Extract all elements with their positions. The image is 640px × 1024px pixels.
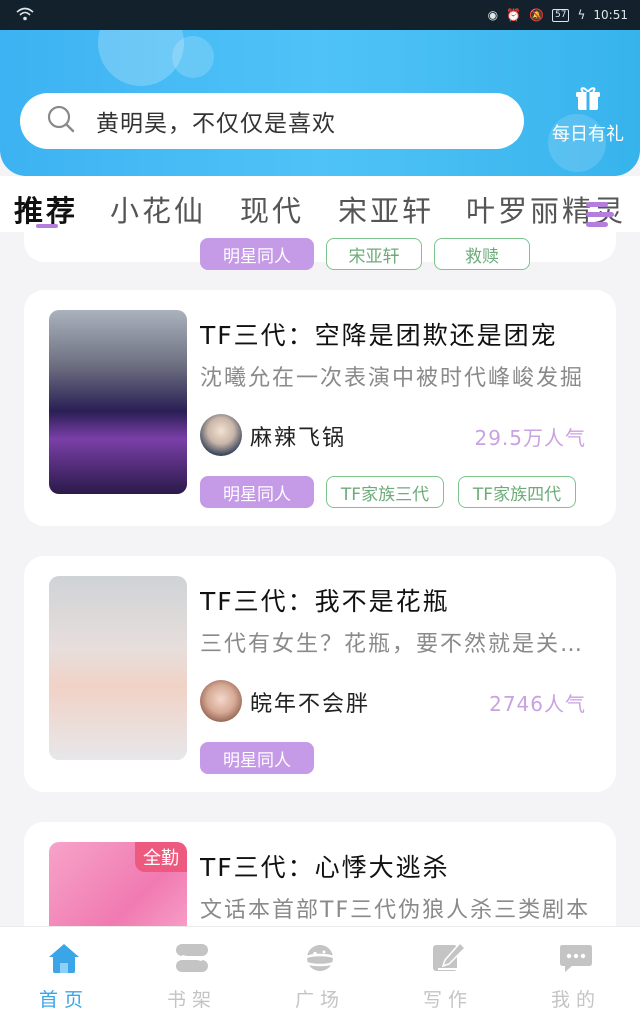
- eye-icon: ◉: [487, 8, 499, 22]
- story-card[interactable]: 明星同人 宋亚轩 救赎: [24, 232, 616, 270]
- author-name[interactable]: 皖年不会胖: [250, 686, 370, 718]
- pen-icon: [430, 941, 467, 979]
- clock-text: 10:51: [593, 8, 628, 22]
- story-card[interactable]: TF三代：我不是花瓶 三代有女生？花瓶，要不然就是关系户 皖年不会胖 2746人…: [24, 556, 616, 792]
- nav-label: 广场: [294, 989, 345, 1011]
- gift-icon: [575, 87, 601, 116]
- nav-profile[interactable]: 我的: [512, 927, 640, 1024]
- nav-label: 首页: [38, 989, 89, 1011]
- tag-chip[interactable]: 宋亚轩: [326, 238, 422, 270]
- search-bar[interactable]: 黄明昊，不仅仅是喜欢: [20, 93, 524, 149]
- cover-image[interactable]: [49, 310, 187, 494]
- nav-label: 我的: [550, 989, 601, 1011]
- nav-plaza[interactable]: 广场: [256, 927, 384, 1024]
- bottom-nav: 首页 书架 广场 写作 我的: [0, 926, 640, 1024]
- tag-chip[interactable]: 明星同人: [200, 476, 314, 508]
- battery-indicator: 57: [552, 8, 570, 22]
- search-icon: [46, 104, 76, 138]
- story-title[interactable]: TF三代：心悸大逃杀: [200, 848, 606, 884]
- popularity-count: 29.5万人气: [474, 426, 586, 450]
- nav-label: 书架: [166, 989, 217, 1011]
- story-title[interactable]: TF三代：空降是团欺还是团宠: [200, 316, 606, 352]
- full-attendance-badge: 全勤: [135, 842, 187, 872]
- mute-icon: 🔕: [529, 8, 545, 22]
- tag-chip[interactable]: 救赎: [434, 238, 530, 270]
- active-tab-indicator: [36, 224, 58, 228]
- author-avatar[interactable]: [200, 414, 242, 456]
- wifi-icon: [16, 7, 34, 24]
- story-description: 文话本首部TF三代伪狼人杀三类剧本: [200, 898, 591, 923]
- tag-chip[interactable]: 明星同人: [200, 742, 314, 774]
- status-bar: ◉ ⏰ 🔕 57 ϟ 10:51: [0, 0, 640, 30]
- nav-label: 写作: [422, 989, 473, 1011]
- story-description: 三代有女生？花瓶，要不然就是关系户: [200, 632, 604, 657]
- category-tabs: 推荐 小花仙 现代 宋亚轩 叶罗丽精灵: [0, 176, 640, 232]
- daily-gift-button[interactable]: 每日有礼: [540, 86, 636, 146]
- decorative-bubble: [172, 36, 214, 78]
- tab-modern[interactable]: 现代: [240, 188, 304, 230]
- story-title[interactable]: TF三代：我不是花瓶: [200, 582, 606, 618]
- story-description: 沈曦允在一次表演中被时代峰峻发掘: [200, 366, 585, 391]
- story-card[interactable]: TF三代：空降是团欺还是团宠 沈曦允在一次表演中被时代峰峻发掘 麻辣飞锅 29.…: [24, 290, 616, 526]
- search-placeholder: 黄明昊，不仅仅是喜欢: [96, 111, 336, 137]
- home-icon: [46, 944, 82, 979]
- nav-write[interactable]: 写作: [384, 927, 512, 1024]
- author-name[interactable]: 麻辣飞锅: [250, 420, 346, 452]
- planet-icon: [301, 945, 339, 979]
- tag-chip[interactable]: TF家族三代: [326, 476, 444, 508]
- bookshelf-icon: [174, 944, 210, 979]
- alarm-icon: ⏰: [506, 8, 522, 22]
- tag-chip[interactable]: TF家族四代: [458, 476, 576, 508]
- tab-xiaohuaxian[interactable]: 小花仙: [110, 188, 206, 230]
- cover-image[interactable]: 全勤: [49, 842, 187, 926]
- popularity-count: 2746人气: [489, 692, 586, 716]
- category-menu-icon[interactable]: [582, 198, 616, 230]
- header: 黄明昊，不仅仅是喜欢 每日有礼: [0, 30, 640, 176]
- chat-bubble-icon: [558, 945, 594, 979]
- charging-icon: ϟ: [577, 8, 586, 22]
- daily-gift-label: 每日有礼: [552, 124, 624, 145]
- author-avatar[interactable]: [200, 680, 242, 722]
- story-card[interactable]: 全勤 TF三代：心悸大逃杀 文话本首部TF三代伪狼人杀三类剧本: [24, 822, 616, 926]
- story-list[interactable]: 明星同人 宋亚轩 救赎 TF三代：空降是团欺还是团宠 沈曦允在一次表演中被时代峰…: [0, 232, 640, 926]
- tag-chip[interactable]: 明星同人: [200, 238, 314, 270]
- nav-bookshelf[interactable]: 书架: [128, 927, 256, 1024]
- cover-image[interactable]: [49, 576, 187, 760]
- nav-home[interactable]: 首页: [0, 927, 128, 1024]
- tab-song-yaxuan[interactable]: 宋亚轩: [338, 188, 434, 230]
